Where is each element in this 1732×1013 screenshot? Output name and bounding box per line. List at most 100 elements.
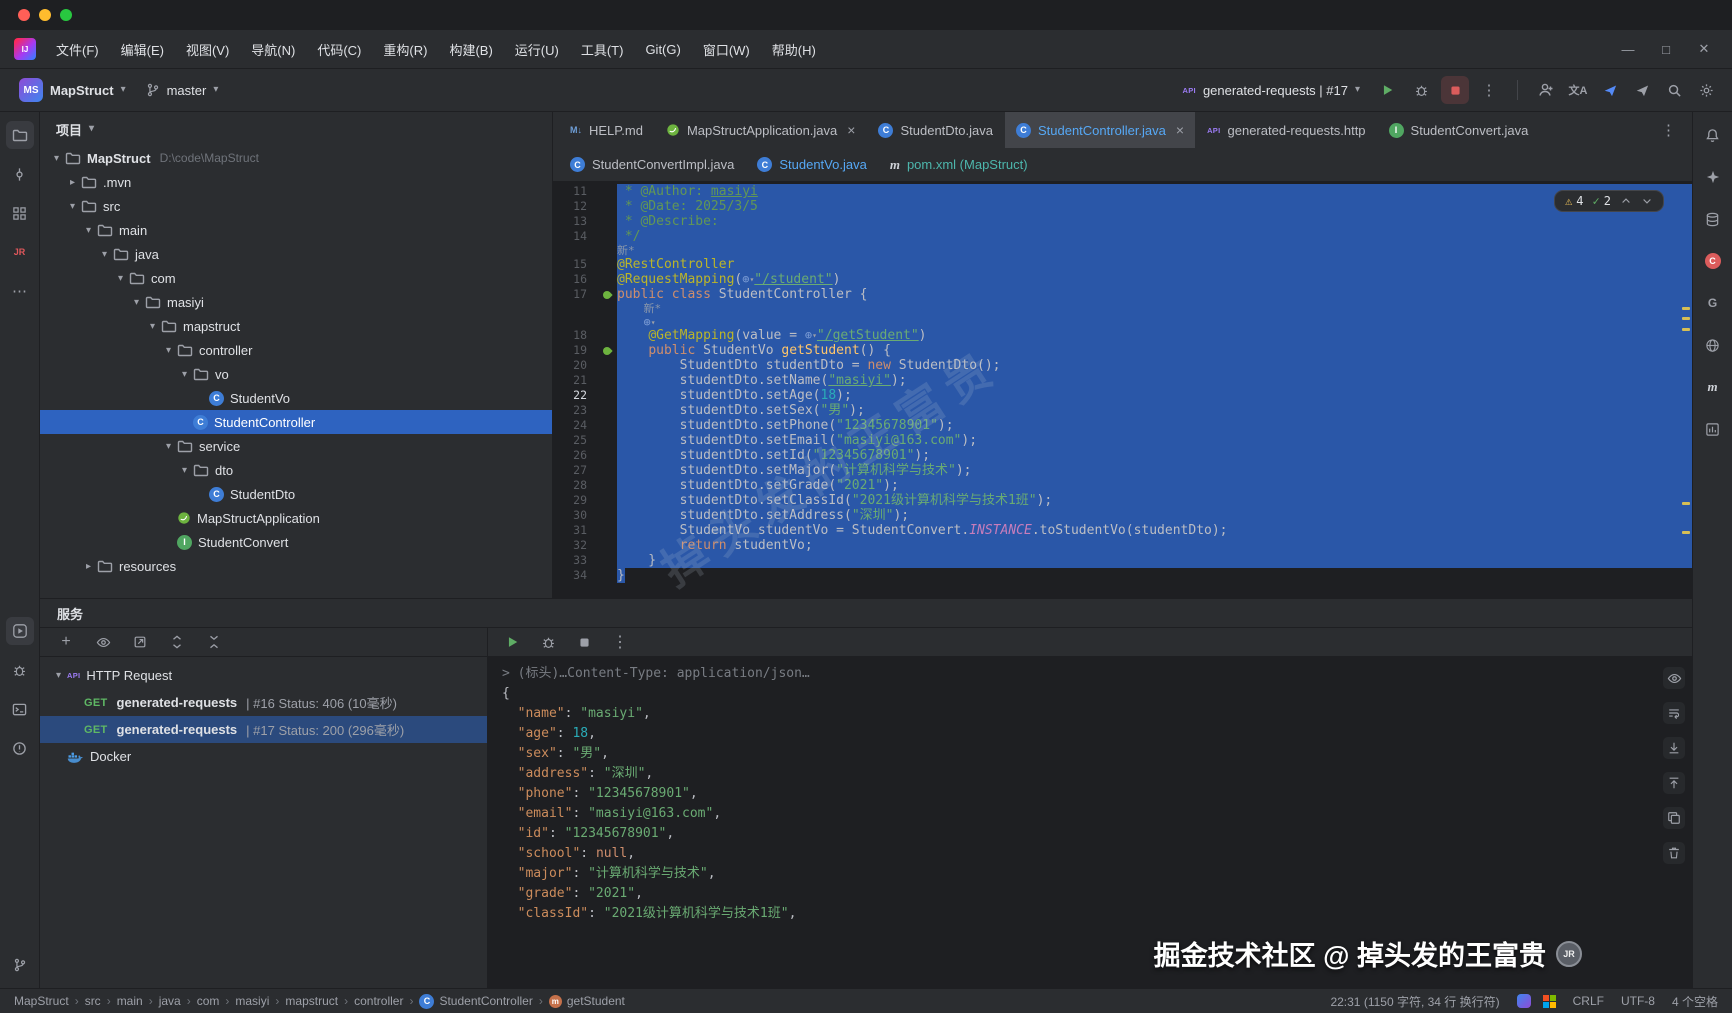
rerun-request-button[interactable] (501, 631, 523, 653)
menu-item-4[interactable]: 代码(C) (307, 35, 371, 64)
code-text[interactable]: studentDto.setId("12345678901"); (617, 448, 1692, 463)
preview-options-button[interactable] (1663, 667, 1685, 689)
menu-item-8[interactable]: 工具(T) (571, 35, 634, 64)
c-plugin-toolwindow-button[interactable]: C (1699, 247, 1727, 275)
show-options-button[interactable] (92, 631, 114, 653)
chevron-open-icon[interactable]: ▾ (64, 201, 81, 212)
menu-item-10[interactable]: 窗口(W) (693, 35, 760, 64)
project-selector[interactable]: MS MapStruct ▾ (12, 73, 133, 107)
ai-assistant-button[interactable] (1699, 163, 1727, 191)
gutter[interactable] (597, 287, 617, 302)
code-text[interactable]: studentDto.setMajor("计算机科学与技术"); (617, 463, 1692, 478)
code-text[interactable]: * @Date: 2025/3/5 (617, 199, 1692, 214)
line-separator-widget[interactable]: CRLF (1573, 994, 1604, 1008)
tree-item-resources[interactable]: ▸ resources (40, 554, 552, 578)
code-text[interactable]: StudentVo studentVo = StudentConvert.INS… (617, 523, 1692, 538)
close-tab-icon[interactable]: × (847, 122, 855, 138)
problems-toolwindow-button[interactable] (6, 734, 34, 762)
code-text[interactable]: public class StudentController { (617, 287, 1692, 302)
encoding-widget[interactable]: UTF-8 (1621, 994, 1655, 1008)
code-text[interactable]: studentDto.setGrade("2021"); (617, 478, 1692, 493)
tree-item-StudentDto[interactable]: C StudentDto (40, 482, 552, 506)
request-row[interactable]: GET generated-requests | #17 Status: 200 (… (40, 716, 487, 743)
service-group-Docker[interactable]: Docker (40, 743, 487, 770)
code-text[interactable]: studentDto.setSex("男"); (617, 403, 1692, 418)
code-text[interactable]: } (617, 568, 1692, 583)
chevron-open-icon[interactable]: ▾ (176, 369, 193, 380)
code-text[interactable]: } (617, 553, 1692, 568)
code-text[interactable]: studentDto.setAddress("深圳"); (617, 508, 1692, 523)
tree-item-StudentConvert[interactable]: I StudentConvert (40, 530, 552, 554)
settings-button[interactable] (1692, 76, 1720, 104)
translation-plugin-icon[interactable] (1542, 994, 1556, 1008)
database-toolwindow-button[interactable] (1699, 205, 1727, 233)
stop-button[interactable] (1441, 76, 1469, 104)
inspection-widget[interactable]: ⚠ 4 ✓ 2 (1554, 190, 1664, 212)
chevron-open-icon[interactable]: ▾ (96, 249, 113, 260)
menu-item-0[interactable]: 文件(F) (46, 35, 109, 64)
tree-item-com[interactable]: ▾ com (40, 266, 552, 290)
code-with-me-button[interactable] (1532, 76, 1560, 104)
warnings-count[interactable]: ⚠ 4 (1565, 194, 1583, 208)
service-group-HTTP Request[interactable]: ▾ API HTTP Request (40, 662, 487, 689)
more-run-actions-button[interactable]: ⋮ (1475, 76, 1503, 104)
breadcrumb-src[interactable]: src (85, 994, 101, 1008)
tree-item-java[interactable]: ▾ java (40, 242, 552, 266)
soft-wrap-button[interactable] (1663, 702, 1685, 724)
more-options-button[interactable]: ⋮ (609, 631, 631, 653)
close-button[interactable]: ✕ (1686, 36, 1722, 62)
tree-item-src[interactable]: ▾ src (40, 194, 552, 218)
chevron-closed-icon[interactable]: ▸ (80, 561, 97, 572)
editor-scrollbar[interactable] (1679, 182, 1692, 598)
close-tab-icon[interactable]: × (1176, 122, 1184, 138)
project-panel-header[interactable]: 项目 ▾ (40, 112, 552, 146)
chevron-open-icon[interactable]: ▾ (144, 321, 161, 332)
code-text[interactable]: StudentDto studentDto = new StudentDto()… (617, 358, 1692, 373)
menu-item-1[interactable]: 编辑(E) (111, 35, 174, 64)
tab-StudentConvertImpl.java[interactable]: C StudentConvertImpl.java (559, 148, 745, 181)
menu-item-9[interactable]: Git(G) (635, 37, 690, 62)
collapse-all-button[interactable] (203, 631, 225, 653)
tree-item-MapStructApplication[interactable]: MapStructApplication (40, 506, 552, 530)
scroll-to-end-button[interactable] (1663, 737, 1685, 759)
code-text[interactable]: return studentVo; (617, 538, 1692, 553)
next-problem-button[interactable] (1641, 195, 1653, 207)
version-control-toolwindow-button[interactable] (6, 951, 34, 979)
code-text[interactable]: @RestController (617, 257, 1692, 272)
code-text[interactable]: 新* (617, 244, 1692, 257)
tab-StudentVo.java[interactable]: C StudentVo.java (746, 148, 877, 181)
breadcrumb-main[interactable]: main (117, 994, 143, 1008)
more-tabs-button[interactable]: ⋮ (1651, 121, 1686, 139)
breadcrumb-getStudent[interactable]: m getStudent (548, 994, 625, 1008)
notifications-button[interactable] (1699, 121, 1727, 149)
copy-output-button[interactable] (1663, 807, 1685, 829)
maximize-button[interactable]: □ (1648, 36, 1684, 62)
console-output[interactable]: > (标头)…Content-Type: application/json…{ … (488, 657, 1692, 988)
jrebel-toolwindow-button[interactable]: JR (6, 238, 34, 266)
maven-toolwindow-button[interactable]: m (1699, 373, 1727, 401)
breadcrumb-MapStruct[interactable]: MapStruct (14, 994, 69, 1008)
editor[interactable]: 11 * @Author: masiyi 12 * @Date: 2025/3/5… (553, 182, 1692, 598)
services-panel-header[interactable]: 服务 (40, 599, 1692, 627)
breadcrumb-com[interactable]: com (197, 994, 220, 1008)
tree-item-StudentVo[interactable]: C StudentVo (40, 386, 552, 410)
breadcrumb-mapstruct[interactable]: mapstruct (285, 994, 338, 1008)
code-text[interactable]: * @Describe: (617, 214, 1692, 229)
structure-toolwindow-button[interactable] (6, 199, 34, 227)
send-plugin-button[interactable] (1596, 76, 1624, 104)
add-service-button[interactable]: + (55, 631, 77, 653)
tree-item-dto[interactable]: ▾ dto (40, 458, 552, 482)
open-in-editor-button[interactable] (129, 631, 151, 653)
chevron-open-icon[interactable]: ▾ (112, 273, 129, 284)
chevron-open-icon[interactable]: ▾ (80, 225, 97, 236)
chevron-open-icon[interactable]: ▾ (160, 441, 177, 452)
code-text[interactable]: studentDto.setPhone("12345678901"); (617, 418, 1692, 433)
code-text[interactable]: @GetMapping(value = ⊕ ▾ "/getStudent") (617, 328, 1692, 343)
code-text[interactable]: studentDto.setName("masiyi"); (617, 373, 1692, 388)
code-text[interactable]: public StudentVo getStudent() { (617, 343, 1692, 358)
zoom-window-dot[interactable] (60, 9, 72, 21)
chevron-closed-icon[interactable]: ▸ (64, 177, 81, 188)
code-text[interactable]: studentDto.setClassId("2021级计算机科学与技术1班")… (617, 493, 1692, 508)
menu-item-6[interactable]: 构建(B) (439, 35, 502, 64)
breadcrumb-controller[interactable]: controller (354, 994, 403, 1008)
